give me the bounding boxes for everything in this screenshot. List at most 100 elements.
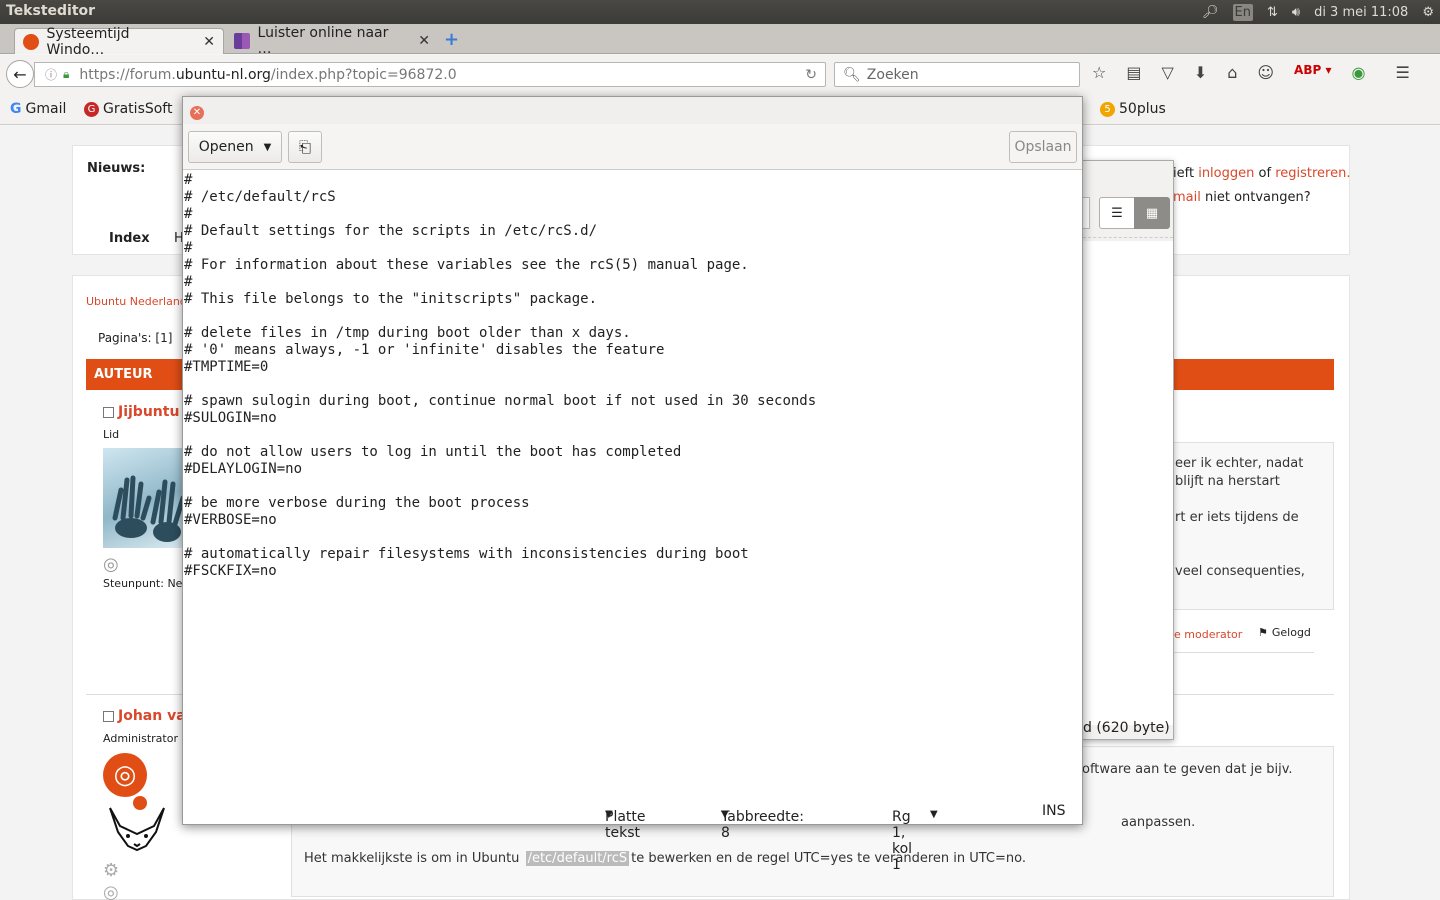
logged-ip-icon: ⚑ [1258,626,1268,639]
save-button[interactable]: Opslaan [1009,131,1077,163]
google-icon: G [10,101,22,117]
mail-link[interactable]: mail [1173,190,1201,205]
pagination: Pagina's: [1] O [98,331,192,345]
new-tab-plus-icon[interactable]: + [444,29,459,50]
index-tab[interactable]: Index [109,231,150,246]
activation-mail-prompt: mail niet ontvangen? [1173,190,1311,205]
bookmark-star-icon[interactable]: ☆ [1092,63,1106,82]
profile-icon[interactable]: ◎ [103,882,119,900]
network-icon[interactable]: ⇅ [1267,5,1278,20]
post1-body: eer ik echter, nadat blijft na herstart … [1170,442,1334,610]
bookmark-label: Gmail [25,101,67,117]
keyboard-layout-indicator[interactable]: En [1232,3,1253,21]
url-bar[interactable]: ⓘ 🔒︎ https://forum. ubuntu-nl.org/index.p… [34,62,826,87]
grid-view-icon: ▦ [1145,205,1159,221]
editor-text-area[interactable]: # # /etc/default/rcS # # Default setting… [184,172,1081,792]
lynx-avatar-image [109,807,165,852]
menu-hamburger-icon[interactable]: ☰ [1395,63,1409,82]
tab-label: Systeemtijd Windo… [46,25,130,58]
active-app-title: Teksteditor [6,3,96,19]
author-role: Administrator [103,732,178,745]
bookmark-label: 50plus [1119,101,1166,117]
reading-list-icon[interactable]: ▤ [1126,63,1141,82]
ubuntu-logo-icon: ◎ [103,753,147,797]
system-tray: 🔎︎ En ⇅ 🔊︎ di 3 mei 11:08 ⚙ [1202,0,1440,24]
settings-badge-icon: ⚙ [103,860,120,881]
editor-titlebar: ✕ [183,97,1082,124]
back-arrow-icon: ← [13,64,27,84]
bookmark-label: GratisSoft [103,101,173,117]
text-editor-window: ✕ Openen ▼ ⎗ Opslaan # # /etc/default/rc… [182,96,1083,873]
login-link[interactable]: inloggen [1198,166,1254,181]
logged-indicator: ⚑ Gelogd [1258,626,1311,639]
profile-icon[interactable]: ◎ [103,554,119,575]
session-gear-icon[interactable]: ⚙ [1422,5,1434,20]
search-icon: 🔍︎ [843,66,861,83]
post2-author: Johan va [103,708,186,724]
tab-label: Luister online naar … [257,25,389,57]
post-select-checkbox[interactable] [103,710,114,722]
bookmark-gmail[interactable]: G Gmail [10,101,66,117]
url-prefix: https://forum. [79,66,176,83]
close-window-button[interactable]: ✕ [190,106,204,120]
url-path: /index.php?topic=96872.0 [270,66,457,83]
list-view-button[interactable]: ☰ [1099,197,1135,229]
chevron-down-icon: ▼ [605,809,613,820]
support-label: Steunpunt: Ne [103,577,183,590]
new-document-button[interactable]: ⎗ [288,131,322,163]
reload-icon[interactable]: ↻ [805,67,817,83]
editor-statusbar: Platte tekst ▼ Tabbreedte: 8 ▼ Rg 1, kol… [605,803,1066,873]
chat-icon[interactable]: ☺ [1257,63,1274,82]
author-name[interactable]: Johan va [118,708,186,724]
file-size-label: d (620 byte) [1083,720,1170,736]
home-icon[interactable]: ⌂ [1227,63,1237,82]
50plus-icon: 5 [1100,101,1115,117]
browser-tab-strip: Systeemtijd Windo… ✕ Luister online naar… [0,24,1440,58]
register-link[interactable]: registreren. [1275,166,1350,181]
breadcrumb[interactable]: Ubuntu Nederlands [86,295,193,308]
radio-favicon-icon [234,33,250,49]
search-input[interactable]: 🔍︎ Zoeken [834,62,1080,87]
close-tab-icon[interactable]: ✕ [203,34,215,50]
editor-toolbar: Openen ▼ ⎗ Opslaan [183,124,1082,170]
ubuntu-nl-favicon-icon [23,33,39,50]
new-document-icon: ⎗ [298,138,311,156]
post-select-checkbox[interactable] [103,406,114,418]
toolbar-icons: ☆ ▤ ▽ ⬇ ⌂ ☺ ABP ▾ ◉ ☰ [1092,63,1410,82]
post1-author: Jijbuntu [103,404,179,420]
system-top-panel: Teksteditor 🔎︎ En ⇅ 🔊︎ di 3 mei 11:08 ⚙ [0,0,1440,24]
grid-view-button[interactable]: ▦ [1134,197,1170,229]
chevron-down-icon: ▼ [263,141,272,153]
tab-luister-online[interactable]: Luister online naar … ✕ [226,25,438,57]
url-domain: ubuntu-nl.org [175,66,271,83]
bookmark-gratissoft[interactable]: G GratisSoft [84,101,172,117]
login-prompt: ieft inloggen of registreren. [1173,166,1351,181]
news-label: Nieuws: [87,161,146,176]
tab-systeemtijd[interactable]: Systeemtijd Windo… ✕ [14,26,224,58]
bookmark-50plus[interactable]: 5 50plus [1100,101,1166,117]
insert-mode-indicator: INS [1042,803,1066,819]
download-icon[interactable]: ⬇ [1194,63,1207,82]
gratissoft-icon: G [84,101,99,117]
info-icon[interactable]: ⓘ [45,66,57,83]
avatar [103,448,183,548]
pocket-icon[interactable]: ▽ [1161,63,1173,82]
extension-icon[interactable]: ◉ [1351,63,1365,82]
chevron-down-icon: ▼ [721,809,729,820]
divider [1174,652,1314,653]
hands-avatar-image [112,475,183,542]
navigation-toolbar: ← ⓘ 🔒︎ https://forum. ubuntu-nl.org/index… [0,55,1440,93]
search-indicator-icon[interactable]: 🔎︎ [1202,5,1219,20]
author-name[interactable]: Jijbuntu [118,404,179,420]
location-entry-edge[interactable] [1082,197,1090,229]
list-view-icon: ☰ [1111,205,1123,221]
adblock-icon[interactable]: ABP ▾ [1294,63,1331,82]
close-icon: ✕ [192,107,202,118]
clock[interactable]: di 3 mei 11:08 [1314,5,1408,20]
open-button[interactable]: Openen ▼ [188,131,282,163]
report-moderator-link[interactable]: e moderator [1174,628,1242,641]
close-tab-icon[interactable]: ✕ [418,33,430,49]
back-button[interactable]: ← [6,60,34,88]
volume-icon[interactable]: 🔊︎ [1292,5,1300,20]
lock-icon[interactable]: 🔒︎ [63,67,69,82]
